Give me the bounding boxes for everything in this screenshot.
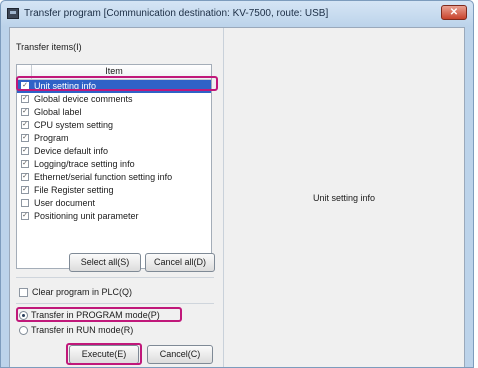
item-checkbox[interactable]: ✓ [21,134,29,142]
item-checkbox[interactable]: ✓ [21,147,29,155]
execute-highlight [66,343,142,365]
item-checkbox[interactable]: ✓ [21,108,29,116]
detail-text: Unit setting info [312,193,376,203]
item-column-header: Item [105,66,123,76]
item-checkbox[interactable]: ✓ [21,212,29,220]
separator [16,277,214,278]
item-label: Program [34,133,69,143]
list-item[interactable]: ✓ Global device comments [17,93,211,106]
item-label: Positioning unit parameter [34,211,139,221]
select-all-button[interactable]: Select all(S) [69,253,141,272]
item-label: Device default info [34,146,109,156]
transfer-items-list[interactable]: Item ✓ Unit setting info ✓ Global device co… [16,64,212,269]
list-item[interactable]: ✓ Ethernet/serial function setting info [17,171,211,184]
list-item[interactable]: ✓ Global label [17,106,211,119]
run-mode-label: Transfer in RUN mode(R) [31,325,134,335]
item-label: CPU system setting [34,120,114,130]
separator [16,303,214,304]
list-item[interactable]: ✓ Device default info [17,145,211,158]
app-icon [7,8,19,19]
item-label: User document [34,198,96,208]
list-item[interactable]: ✓ CPU system setting [17,119,211,132]
window-title: Transfer program [Communication destinat… [24,8,329,19]
detail-pane: Unit setting info [224,28,464,367]
item-checkbox[interactable]: ✓ [21,160,29,168]
dialog-body: Transfer items(I) Item ✓ Unit setting inf… [9,27,465,367]
item-label: File Register setting [34,185,114,195]
item-checkbox[interactable]: ✓ [21,173,29,181]
list-item[interactable]: ✓ File Register setting [17,184,211,197]
selected-item-highlight [16,76,218,91]
transfer-program-dialog: Transfer program [Communication destinat… [0,0,474,368]
left-pane: Transfer items(I) Item ✓ Unit setting inf… [10,28,223,367]
clear-program-label: Clear program in PLC(Q) [32,287,133,297]
close-button[interactable]: ✕ [441,5,467,20]
item-checkbox[interactable]: ✓ [21,121,29,129]
item-checkbox[interactable] [21,199,29,207]
list-item[interactable]: ✓ Logging/trace setting info [17,158,211,171]
clear-program-checkbox[interactable] [19,288,28,297]
item-label: Global label [34,107,82,117]
transfer-items-label: Transfer items(I) [16,42,82,52]
item-label: Logging/trace setting info [34,159,135,169]
list-item[interactable]: User document [17,197,211,210]
list-rows: ✓ Unit setting info ✓ Global device comment… [17,80,211,223]
cancel-button[interactable]: Cancel(C) [147,345,213,364]
item-label: Global device comments [34,94,133,104]
list-item[interactable]: ✓ Program [17,132,211,145]
item-checkbox[interactable]: ✓ [21,186,29,194]
title-bar: Transfer program [Communication destinat… [1,1,473,27]
cancel-all-button[interactable]: Cancel all(D) [145,253,215,272]
run-mode-radio[interactable] [19,326,28,335]
item-checkbox[interactable]: ✓ [21,95,29,103]
item-label: Ethernet/serial function setting info [34,172,173,182]
program-mode-highlight [16,307,182,322]
list-item[interactable]: ✓ Positioning unit parameter [17,210,211,223]
